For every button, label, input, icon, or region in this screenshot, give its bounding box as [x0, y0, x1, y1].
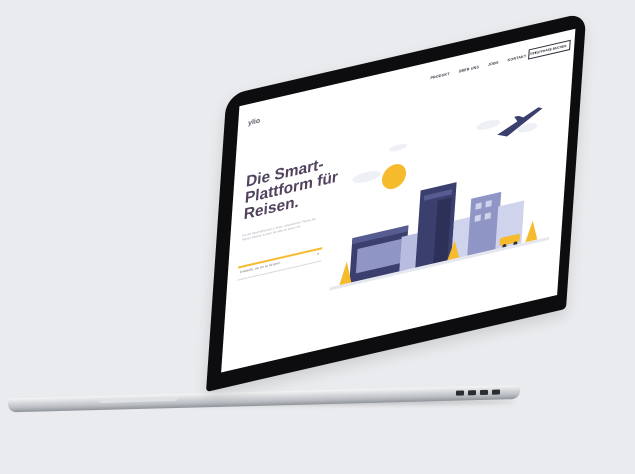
laptop-notch [98, 396, 178, 404]
main-nav: PRODUKT ÜBER UNS JOBS KONTAKT [430, 54, 526, 80]
site-logo[interactable]: ylio [248, 117, 261, 127]
search-box: › [237, 247, 323, 281]
nav-item-jobs[interactable]: JOBS [488, 60, 499, 67]
search-arrow-icon[interactable]: › [317, 251, 319, 257]
airplane-icon [497, 107, 543, 137]
laptop-base [8, 385, 520, 413]
search-input[interactable] [239, 253, 310, 275]
nav-item-ueber-uns[interactable]: ÜBER UNS [459, 65, 480, 74]
laptop-lid: ylio PRODUKT ÜBER UNS JOBS KONTAKT DE ▾ … [206, 12, 587, 393]
nav-item-produkt[interactable]: PRODUKT [430, 72, 449, 80]
laptop-screen: ylio PRODUKT ÜBER UNS JOBS KONTAKT DE ▾ … [221, 28, 576, 373]
nav-item-kontakt[interactable]: KONTAKT [507, 54, 526, 62]
laptop-ports [456, 389, 500, 396]
scene: ylio PRODUKT ÜBER UNS JOBS KONTAKT DE ▾ … [0, 0, 635, 474]
city-illustration [329, 107, 550, 291]
testphase-button[interactable]: TESTPHASE BUCHEN [528, 39, 571, 60]
sun-icon [381, 164, 407, 190]
cloud-icon [352, 119, 538, 183]
